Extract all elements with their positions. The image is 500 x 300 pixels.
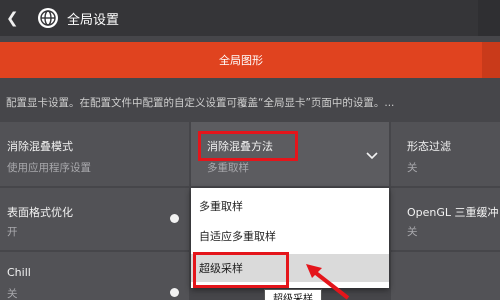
page-title: 全局设置 [67,13,120,28]
setting-title: 形态过滤 [407,140,451,153]
setting-value: 使用应用程序设置 [7,162,91,174]
toggle-dot-icon[interactable] [170,288,179,297]
annotation-box-supersample [193,252,289,288]
dropdown-option-multisample[interactable]: 多重取样 [191,192,389,220]
setting-title: 表面格式优化 [7,206,73,219]
setting-value: 关 [407,226,418,238]
setting-value: 关 [407,162,418,174]
dropdown-option-adaptive-multisample[interactable]: 自适应多重取样 [191,222,389,250]
chevron-down-icon[interactable] [366,152,378,160]
setting-title: OpenGL 三重缓冲 [407,206,499,219]
annotation-box-method [198,131,298,161]
setting-value: 多重取样 [207,162,249,174]
setting-blank [391,252,500,300]
title-bar-edge [478,0,500,36]
setting-surface-format-opt[interactable]: 表面格式优化 开 [0,188,189,250]
setting-value: 开 [7,226,18,238]
setting-chill[interactable]: Chill 关 [0,252,189,300]
setting-morphological-filter[interactable]: 形态过滤 关 [391,122,500,186]
back-arrow-icon[interactable]: ❮ [6,10,20,26]
setting-value: 关 [7,288,18,300]
tab-global-graphics[interactable]: 全局图形 [0,42,482,78]
title-bar: ❮ 全局设置 [0,0,500,36]
tab-bar: 全局图形 [0,42,500,78]
setting-title: Chill [7,266,31,279]
setting-opengl-triple[interactable]: OpenGL 三重缓冲 关 [391,188,500,250]
annotation-arrow-icon [306,264,350,300]
settings-description: 配置显卡设置。在配置文件中配置的自定义设置可覆盖“全局显卡”页面中的设置。... [6,97,395,109]
tab-bar-edge [482,42,500,78]
setting-antialias-mode[interactable]: 消除混叠模式 使用应用程序设置 [0,122,189,186]
setting-title: 消除混叠模式 [7,140,73,153]
globe-icon [38,8,58,28]
toggle-dot-icon[interactable] [170,214,179,223]
